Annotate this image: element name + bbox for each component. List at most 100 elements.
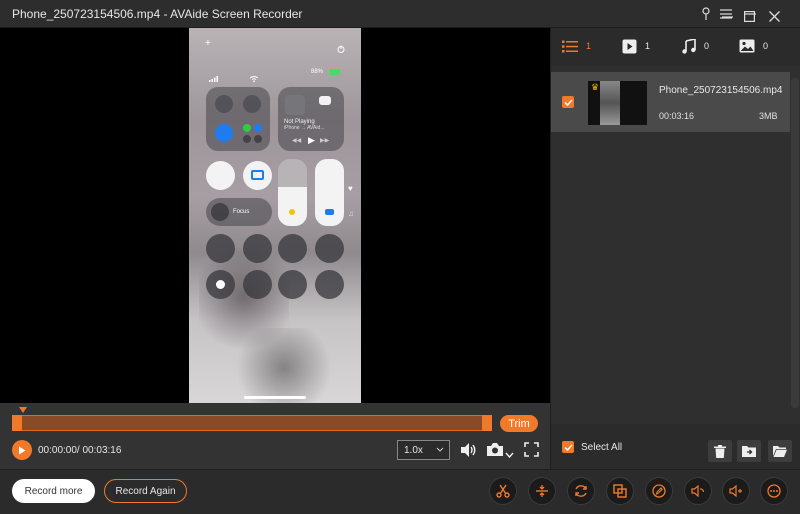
maximize-square-icon[interactable]: [744, 9, 756, 27]
refresh-icon: [575, 485, 587, 497]
battery-icon: [329, 69, 340, 75]
play-button[interactable]: [12, 440, 32, 460]
pencil-circle-icon: [652, 484, 666, 498]
speed-select[interactable]: 1.0x: [397, 440, 450, 460]
close-icon[interactable]: [769, 9, 780, 27]
camera-icon: [315, 234, 344, 263]
code-scanner-icon: [278, 270, 307, 299]
play-track-icon: ▶: [308, 135, 315, 145]
trash-icon: [714, 444, 726, 458]
folder-icon: [773, 446, 787, 457]
open-folder-button[interactable]: [768, 440, 792, 462]
tab-image[interactable]: 0: [739, 37, 768, 55]
minimize-line-icon[interactable]: [722, 9, 733, 27]
delete-button[interactable]: [708, 440, 732, 462]
more-tools-button[interactable]: [760, 477, 788, 505]
focus-label: Focus: [233, 209, 250, 215]
export-button[interactable]: [737, 440, 761, 462]
speed-value: 1.0x: [404, 444, 423, 456]
hearing-icon: [315, 270, 344, 299]
record-again-button[interactable]: Record Again: [104, 479, 187, 503]
title-bar: Phone_250723154506.mp4 - AVAide Screen R…: [0, 0, 800, 28]
trim-range[interactable]: [12, 415, 492, 431]
select-all-label: Select All: [581, 442, 623, 453]
connectivity-tile: [206, 87, 270, 151]
app-window: Phone_250723154506.mp4 - AVAide Screen R…: [0, 0, 800, 514]
tab-video[interactable]: 1: [622, 37, 650, 55]
record-more-button[interactable]: Record more: [12, 479, 95, 503]
tab-count: 1: [586, 41, 592, 51]
crown-icon: ♛: [591, 82, 600, 92]
play-icon: [19, 446, 26, 454]
file-checkbox[interactable]: [562, 96, 574, 108]
music-icon: [682, 38, 696, 54]
now-playing-tile: Not Playing iPhone → AVAid... ◀◀ ▶ ▶▶: [278, 87, 344, 151]
snapshot-camera-icon[interactable]: [486, 442, 504, 462]
list-icon: [562, 40, 578, 52]
edit-tool-button[interactable]: [645, 477, 673, 505]
playhead-marker[interactable]: [19, 407, 27, 413]
power-icon: [337, 40, 345, 58]
calculator-icon: [278, 234, 307, 263]
speaker-refresh-icon: [691, 484, 705, 498]
vpn-icon: [243, 135, 251, 143]
battery-percent: 88%: [311, 69, 324, 75]
chevron-down-icon: [436, 445, 444, 456]
album-art: [285, 95, 305, 115]
list-scrollbar[interactable]: [791, 78, 799, 408]
signal-icon: [209, 69, 219, 87]
video-thumbnail: ♛: [588, 81, 647, 125]
screen-mirroring-icon: [243, 161, 272, 190]
trim-start-handle[interactable]: [12, 415, 22, 431]
home-indicator: [244, 396, 306, 399]
bluetooth-icon: [254, 124, 262, 132]
video-preview: + 88% Not Playing iPhone → AVAid... ◀◀ ▶…: [0, 28, 550, 403]
select-all-row: Select All: [551, 424, 800, 469]
cut-tool-button[interactable]: [489, 477, 517, 505]
folder-export-icon: [742, 446, 756, 457]
file-duration: 00:03:16: [659, 111, 695, 121]
hotspot-icon: [254, 135, 262, 143]
cellular-icon: [243, 124, 251, 132]
heart-icon: ♥: [348, 184, 353, 193]
select-all-checkbox[interactable]: [562, 441, 574, 453]
speaker-plus-icon: [729, 484, 742, 498]
wifi-icon: [215, 124, 233, 142]
fullscreen-icon[interactable]: [524, 442, 539, 462]
volume-slider: [315, 159, 344, 226]
timer-icon: [243, 234, 272, 263]
split-tool-button[interactable]: [528, 477, 556, 505]
trim-button[interactable]: Trim: [500, 415, 538, 432]
list-item[interactable]: ♛ Phone_250723154506.mp4 00:03:16 3MB: [551, 72, 790, 132]
video-icon: [622, 39, 637, 53]
moon-icon: [211, 203, 229, 221]
screen-record-icon: [206, 270, 235, 299]
time-display: 00:00:00/ 00:03:16: [38, 445, 122, 456]
previous-track-icon: ◀◀: [292, 138, 302, 144]
audio-edit-tool-button[interactable]: [684, 477, 712, 505]
merge-icon: [613, 484, 627, 498]
next-track-icon: ▶▶: [320, 138, 330, 144]
bottom-toolbar: Record more Record Again: [0, 469, 800, 514]
plus-icon: +: [205, 38, 211, 49]
trim-end-handle[interactable]: [482, 415, 492, 431]
flashlight-icon: [206, 234, 235, 263]
volume-icon[interactable]: [459, 441, 477, 464]
scissors-icon: [496, 484, 510, 498]
brightness-slider: [278, 159, 307, 226]
tab-count: 1: [645, 41, 651, 51]
convert-tool-button[interactable]: [567, 477, 595, 505]
airplane-mode-icon: [215, 95, 233, 113]
timeline-panel: Trim 00:00:00/ 00:03:16 1.0x: [0, 403, 550, 469]
pin-icon[interactable]: [696, 4, 716, 24]
tab-all-recordings[interactable]: 1: [562, 37, 591, 55]
recordings-panel: 1 1 0 0 ♛ Phone_250723154506.mp4 00:03:1…: [550, 28, 800, 469]
tab-audio[interactable]: 0: [682, 37, 709, 55]
merge-tool-button[interactable]: [606, 477, 634, 505]
snapshot-options-chevron-icon[interactable]: [505, 446, 514, 464]
volume-boost-tool-button[interactable]: [722, 477, 750, 505]
tab-count: 0: [704, 41, 710, 51]
airplay-icon: [319, 96, 331, 105]
file-list: ♛ Phone_250723154506.mp4 00:03:16 3MB: [551, 66, 800, 424]
image-icon: [739, 39, 755, 53]
